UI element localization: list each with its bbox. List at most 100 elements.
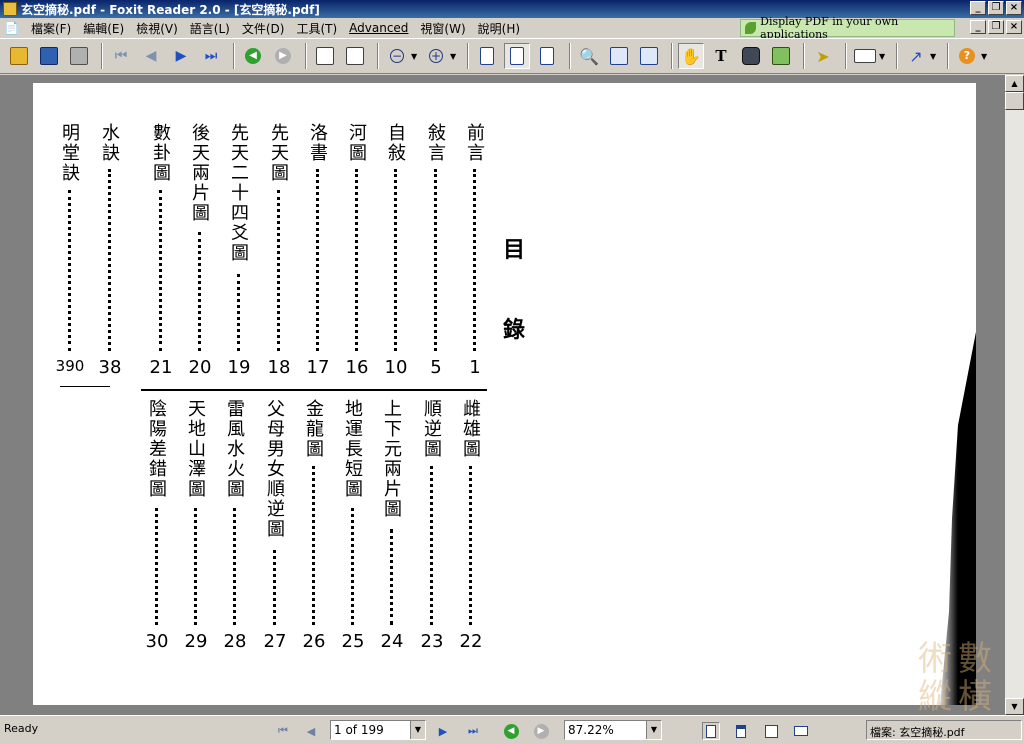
print-button[interactable]: [66, 43, 92, 69]
zoom-out-dropdown[interactable]: ▼: [411, 52, 419, 61]
minimize-button[interactable]: _: [970, 1, 986, 15]
menu-language[interactable]: 語言(L): [184, 20, 236, 37]
menu-edit[interactable]: 編輯(E): [77, 20, 130, 37]
select-tool-button[interactable]: ➤: [810, 43, 836, 69]
snapshot-button[interactable]: [738, 43, 764, 69]
toc-entry-page: 24: [380, 631, 404, 652]
ad-banner[interactable]: Display PDF in your own applications: [740, 15, 955, 41]
toc-entry-page: 19: [227, 357, 251, 378]
facing-button[interactable]: [762, 722, 780, 740]
arrow-tool-dropdown[interactable]: ▼: [930, 52, 938, 61]
toc-leader-dots: [273, 550, 276, 625]
restore-button[interactable]: ❐: [988, 1, 1004, 15]
hand-tool-button[interactable]: ✋: [678, 43, 704, 69]
next-page-icon: ▶: [438, 724, 448, 738]
prev-page-icon: ◀: [145, 48, 157, 64]
toolbar: ⏮ ◀ ▶ ⏭ ◀ ▶ − ▼ + ▼ 🔍 ✋ T ➤ ▼ ↗ ▼ ? ▼: [0, 38, 1024, 74]
toc-leader-dots: [159, 190, 162, 351]
toc-entry-page: 28: [223, 631, 247, 652]
status-forward-button[interactable]: ▶: [532, 722, 550, 740]
scroll-thumb[interactable]: [1005, 92, 1024, 110]
zoom-dropdown-icon[interactable]: ▼: [646, 721, 661, 739]
toc-entry-page: 10: [384, 357, 408, 378]
first-page-button[interactable]: ⏮: [108, 43, 134, 69]
zoom-field[interactable]: 87.22% ▼: [564, 720, 662, 740]
page-number-field[interactable]: 1 of 199 ▼: [330, 720, 426, 740]
first-page-icon: ⏮: [114, 48, 128, 64]
find-button[interactable]: 🔍: [576, 43, 602, 69]
zoom-in-button[interactable]: +: [423, 43, 449, 69]
prev-page-button[interactable]: ◀: [138, 43, 164, 69]
insert-page-button[interactable]: [342, 43, 368, 69]
insert-page-icon: [346, 47, 364, 65]
forward-icon: ▶: [533, 723, 549, 739]
menu-document[interactable]: 文件(D): [236, 20, 291, 37]
zoom-out-button[interactable]: −: [384, 43, 410, 69]
help-button[interactable]: ?: [954, 43, 980, 69]
arrow-tool-button[interactable]: ↗: [903, 43, 929, 69]
first-page-icon: ⏮: [278, 724, 288, 737]
annotation-dropdown[interactable]: ▼: [879, 52, 887, 61]
bookmarks-icon: [610, 47, 628, 65]
select-tool-icon: ➤: [816, 46, 830, 66]
close-button[interactable]: ×: [1006, 1, 1022, 15]
continuous-button[interactable]: [732, 722, 750, 740]
back-button[interactable]: ◀: [240, 43, 266, 69]
menu-view[interactable]: 檢視(V): [130, 20, 184, 37]
image-tool-button[interactable]: [768, 43, 794, 69]
text-select-button[interactable]: T: [708, 43, 734, 69]
separator: [569, 43, 571, 69]
toc-entry-title: 雷風水火圖: [224, 399, 245, 499]
status-next-page-button[interactable]: ▶: [434, 722, 452, 740]
next-page-button[interactable]: ▶: [168, 43, 194, 69]
menu-advanced[interactable]: Advanced: [343, 21, 414, 35]
doc-restore-button[interactable]: ❐: [988, 20, 1004, 34]
single-page-button[interactable]: [702, 722, 720, 740]
help-dropdown[interactable]: ▼: [981, 52, 989, 61]
thumbnails-button[interactable]: [636, 43, 662, 69]
toc-entry-title: 天地山澤圖: [185, 399, 206, 499]
bookmarks-button[interactable]: [606, 43, 632, 69]
forward-button[interactable]: ▶: [270, 43, 296, 69]
single-page-icon: [706, 724, 716, 738]
fit-page-button[interactable]: [504, 43, 530, 69]
thumbnails-icon: [640, 47, 658, 65]
fit-width-icon: [540, 47, 554, 65]
doc-close-button[interactable]: ×: [1006, 20, 1022, 34]
separator: [377, 43, 379, 69]
page-dropdown-icon[interactable]: ▼: [410, 721, 425, 739]
menu-window[interactable]: 視窗(W): [414, 20, 471, 37]
document-viewer[interactable]: 目錄 前言 1 敍言 5 自敍 10 河圖 16 洛書 17 先天圖 18 先天二十四爻圖 19 後天兩片圖…: [0, 75, 1005, 715]
doc-minimize-button[interactable]: _: [970, 20, 986, 34]
status-back-button[interactable]: ◀: [502, 722, 520, 740]
status-first-page-button[interactable]: ⏮: [274, 722, 292, 740]
window-title: 玄空摘秘.pdf - Foxit Reader 2.0 - [玄空摘秘.pdf]: [21, 2, 320, 17]
save-button[interactable]: [36, 43, 62, 69]
status-prev-page-button[interactable]: ◀: [302, 722, 320, 740]
save-icon: [40, 47, 58, 65]
menu-help[interactable]: 說明(H): [472, 20, 526, 37]
zoom-in-dropdown[interactable]: ▼: [450, 52, 458, 61]
toc-leader-dots: [473, 169, 476, 351]
continuous-facing-button[interactable]: [792, 722, 810, 740]
annotation-button[interactable]: [852, 43, 878, 69]
open-button[interactable]: [6, 43, 32, 69]
fit-width-button[interactable]: [534, 43, 560, 69]
menu-file[interactable]: 檔案(F): [25, 20, 77, 37]
toc-entry-title: 自敍: [385, 123, 406, 163]
scroll-up-button[interactable]: ▲: [1005, 75, 1024, 92]
toc-entry-title: 河圖: [346, 123, 367, 163]
extract-page-button[interactable]: [312, 43, 338, 69]
separator: [233, 43, 235, 69]
toc-leader-dots: [68, 190, 71, 351]
status-bar: Ready ⏮ ◀ 1 of 199 ▼ ▶ ⏭ ◀ ▶ 87.22% ▼ 檔案…: [0, 715, 1024, 744]
status-last-page-button[interactable]: ⏭: [464, 722, 482, 740]
actual-size-button[interactable]: [474, 43, 500, 69]
last-page-button[interactable]: ⏭: [198, 43, 224, 69]
actual-size-icon: [480, 47, 494, 65]
scroll-down-button[interactable]: ▼: [1005, 698, 1024, 715]
toc-entry-page: 29: [184, 631, 208, 652]
menu-tools[interactable]: 工具(T): [290, 20, 343, 37]
toc-entry-page: 22: [459, 631, 483, 652]
vertical-scrollbar[interactable]: ▲ ▼: [1005, 75, 1024, 715]
